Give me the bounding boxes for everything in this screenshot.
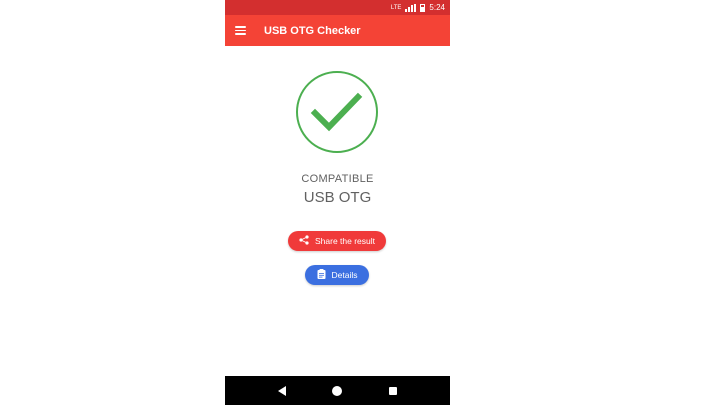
share-result-button[interactable]: Share the result	[288, 231, 386, 251]
app-title: USB OTG Checker	[264, 24, 361, 37]
home-icon[interactable]	[332, 385, 343, 396]
check-circle-icon	[295, 70, 379, 154]
signal-icon	[405, 3, 417, 12]
details-button[interactable]: Details	[305, 265, 369, 285]
clipboard-icon	[317, 269, 326, 281]
details-label: Details	[331, 270, 358, 280]
screen-background: LTE 5:24 USB OTG Checker COMPATIBLE USB …	[0, 0, 701, 405]
status-time: 5:24	[429, 3, 445, 12]
main-content: COMPATIBLE USB OTG Share the result Deta…	[225, 46, 450, 376]
status-bar: LTE 5:24	[225, 0, 450, 15]
recent-apps-icon[interactable]	[388, 386, 397, 395]
share-icon	[299, 235, 309, 247]
compatibility-status: COMPATIBLE	[301, 173, 374, 185]
feature-name: USB OTG	[303, 189, 372, 206]
network-label: LTE	[390, 4, 402, 11]
back-icon[interactable]	[278, 385, 287, 396]
menu-icon[interactable]	[235, 26, 246, 35]
navigation-bar	[225, 376, 450, 405]
phone-screen: LTE 5:24 USB OTG Checker COMPATIBLE USB …	[225, 0, 450, 405]
app-bar: USB OTG Checker	[225, 15, 450, 46]
share-result-label: Share the result	[314, 236, 375, 246]
battery-icon	[420, 3, 426, 12]
